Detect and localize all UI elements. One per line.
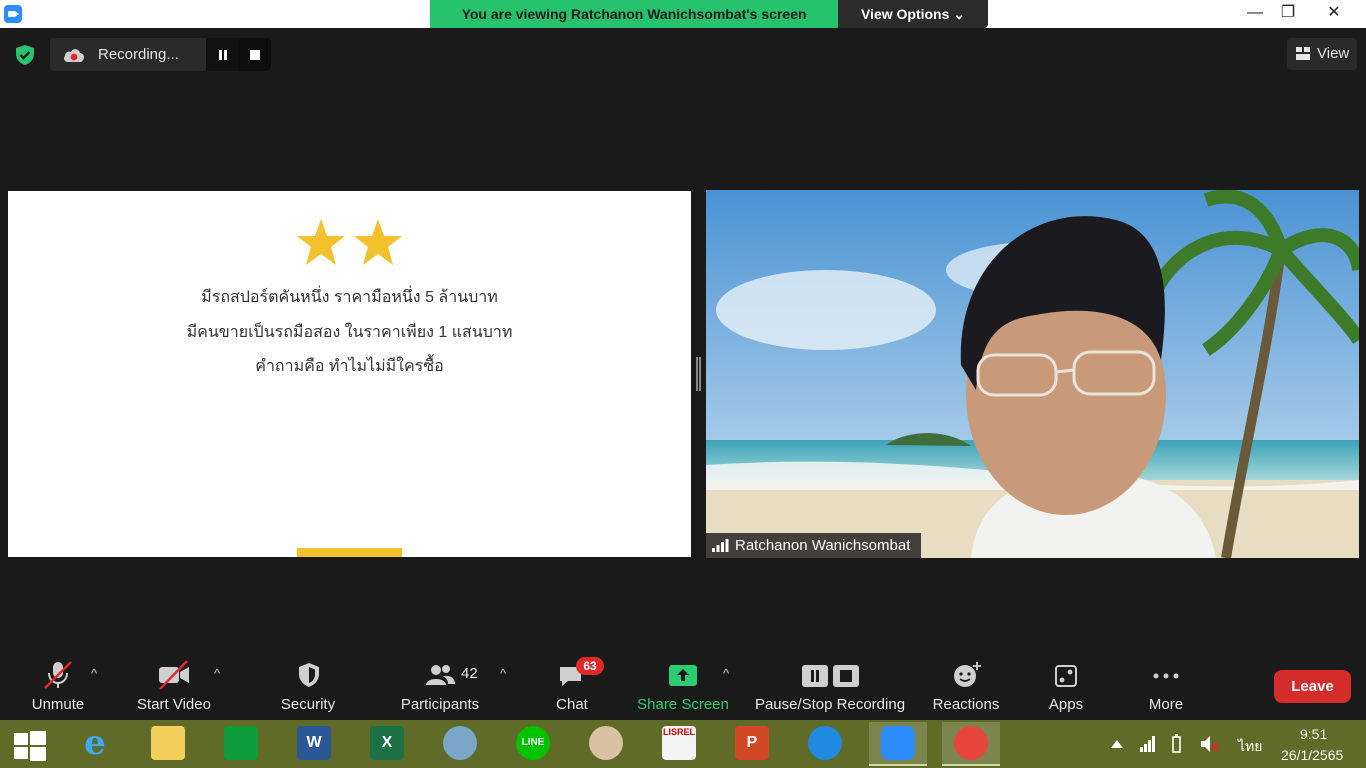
participants-button[interactable]: Participants: [396, 650, 484, 720]
security-button[interactable]: Security: [272, 650, 344, 720]
chat-unread-badge: 63: [576, 657, 604, 675]
chat-label: Chat: [556, 696, 588, 713]
video-frame-image: [706, 190, 1359, 558]
folder-icon: [151, 726, 185, 760]
pause-stop-recording-button[interactable]: Pause/Stop Recording: [752, 650, 908, 720]
view-label: View: [1317, 45, 1350, 62]
input-language-indicator[interactable]: ไทย: [1238, 736, 1262, 758]
lisrel-icon: LISREL: [662, 726, 696, 760]
windows-start-button[interactable]: [0, 722, 58, 766]
viewing-screen-banner: You are viewing Ratchanon Wanichsombat's…: [430, 0, 838, 28]
participants-options-caret[interactable]: ^: [500, 666, 506, 681]
slide-text-line: มีคนขายเป็นรถมือสอง ในราคาเพียง 1 แสนบาท: [186, 324, 513, 341]
recording-indicator: Recording...: [50, 38, 271, 71]
participant-video: Ratchanon Wanichsombat: [706, 190, 1359, 558]
show-hidden-icons-icon[interactable]: [1111, 740, 1123, 748]
audio-options-caret[interactable]: ^: [91, 666, 97, 681]
excel-icon: X: [370, 726, 404, 760]
store-bag-icon: [224, 726, 258, 760]
math-input-icon: [443, 726, 477, 760]
start-video-button[interactable]: Start Video: [130, 650, 218, 720]
taskbar-line[interactable]: LINE: [504, 722, 562, 766]
shared-screen: มีรถสปอร์ตคันหนึ่ง ราคามือหนึ่ง 5 ล้านบา…: [8, 191, 691, 557]
taskbar-powerpoint[interactable]: P: [723, 722, 781, 766]
network-signal-icon[interactable]: [1140, 736, 1156, 752]
video-options-caret[interactable]: ^: [214, 666, 220, 681]
pause-stop-recording-icon: [802, 665, 859, 687]
view-layout-button[interactable]: View: [1287, 38, 1357, 70]
apps-icon: [1055, 665, 1077, 687]
taskbar-lisrel[interactable]: LISREL: [650, 722, 708, 766]
apps-button[interactable]: Apps: [1040, 650, 1092, 720]
meeting-toolbar: Unmute ^ Start Video ^ Security Particip…: [0, 650, 1366, 720]
recording-label: Recording...: [98, 46, 179, 63]
clock-date[interactable]: 26/1/2565: [1281, 747, 1343, 763]
participants-icon: [426, 665, 455, 685]
view-options-button[interactable]: View Options ⌄: [838, 0, 988, 28]
taskbar-file-explorer[interactable]: [139, 722, 197, 766]
windows-taskbar: e W X LINE LISREL P ไทย 9:51 26/1/2565: [0, 720, 1366, 768]
window-title-bar: You are viewing Ratchanon Wanichsombat's…: [0, 0, 1366, 28]
chrome-browser-icon: [954, 726, 988, 760]
powerpoint-icon: P: [735, 726, 769, 760]
unmute-label: Unmute: [31, 696, 85, 713]
more-label: More: [1148, 696, 1184, 713]
apps-label: Apps: [1048, 696, 1084, 713]
taskbar-paint[interactable]: [577, 722, 635, 766]
zoom-icon: [881, 726, 915, 760]
internet-explorer-icon: e: [84, 723, 106, 763]
start-video-label: Start Video: [137, 696, 211, 713]
reactions-label: Reactions: [932, 696, 1000, 713]
unmute-button[interactable]: Unmute: [20, 650, 96, 720]
taskbar-word[interactable]: W: [285, 722, 343, 766]
windows-logo-icon: [14, 731, 46, 761]
paint-palette-icon: [589, 726, 623, 760]
taskbar-excel[interactable]: X: [358, 722, 416, 766]
edge-browser-icon: [808, 726, 842, 760]
cloud-recording-icon: [64, 49, 84, 62]
battery-icon[interactable]: [1170, 734, 1188, 754]
video-off-icon: [159, 660, 189, 690]
pause-stop-recording-label: Pause/Stop Recording: [754, 696, 906, 713]
slide-text-line: มีรถสปอร์ตคันหนึ่ง ราคามือหนึ่ง 5 ล้านบา…: [201, 289, 498, 306]
taskbar-chrome[interactable]: [942, 722, 1000, 766]
taskbar-internet-explorer[interactable]: e: [66, 722, 124, 766]
stop-recording-button[interactable]: [239, 38, 271, 71]
more-button[interactable]: More: [1138, 650, 1194, 720]
participant-name: Ratchanon Wanichsombat: [735, 537, 911, 554]
pause-recording-button[interactable]: [206, 38, 239, 71]
share-screen-button[interactable]: Share Screen: [636, 650, 730, 720]
slide-accent-bar: [297, 548, 402, 557]
taskbar-math-input[interactable]: [431, 722, 489, 766]
clock-time[interactable]: 9:51: [1300, 726, 1327, 742]
muted-microphone-icon: [44, 661, 72, 689]
taskbar-store[interactable]: [212, 722, 270, 766]
share-screen-label: Share Screen: [637, 696, 729, 713]
reactions-emoji-icon: [954, 662, 981, 687]
participants-count: 42: [461, 665, 478, 682]
signal-strength-icon: [712, 539, 729, 552]
share-screen-icon: [669, 665, 697, 686]
zoom-app-icon: [4, 5, 22, 23]
participant-name-tag: Ratchanon Wanichsombat: [706, 533, 921, 558]
panel-splitter-handle[interactable]: [696, 357, 701, 391]
taskbar-zoom[interactable]: [869, 722, 927, 766]
participants-label: Participants: [400, 696, 480, 713]
grid-view-icon: [1296, 47, 1310, 60]
more-ellipsis-icon: [1153, 673, 1179, 679]
volume-muted-icon[interactable]: [1200, 734, 1220, 754]
word-icon: W: [297, 726, 331, 760]
leave-meeting-button[interactable]: Leave: [1274, 670, 1351, 703]
security-label: Security: [280, 696, 336, 713]
reactions-button[interactable]: Reactions: [928, 650, 1004, 720]
share-options-caret[interactable]: ^: [723, 666, 729, 681]
line-app-icon: LINE: [516, 726, 550, 760]
slide-text-line: คำถามคือ ทำไมไม่มีใครซื้อ: [255, 358, 444, 375]
security-shield-icon[interactable]: [14, 44, 36, 66]
security-shield-icon: [299, 663, 319, 687]
maximize-button[interactable]: ❐: [1268, 0, 1308, 28]
close-window-button[interactable]: ✕: [1314, 0, 1354, 28]
taskbar-edge[interactable]: [796, 722, 854, 766]
two-stars-icon: [297, 219, 402, 265]
